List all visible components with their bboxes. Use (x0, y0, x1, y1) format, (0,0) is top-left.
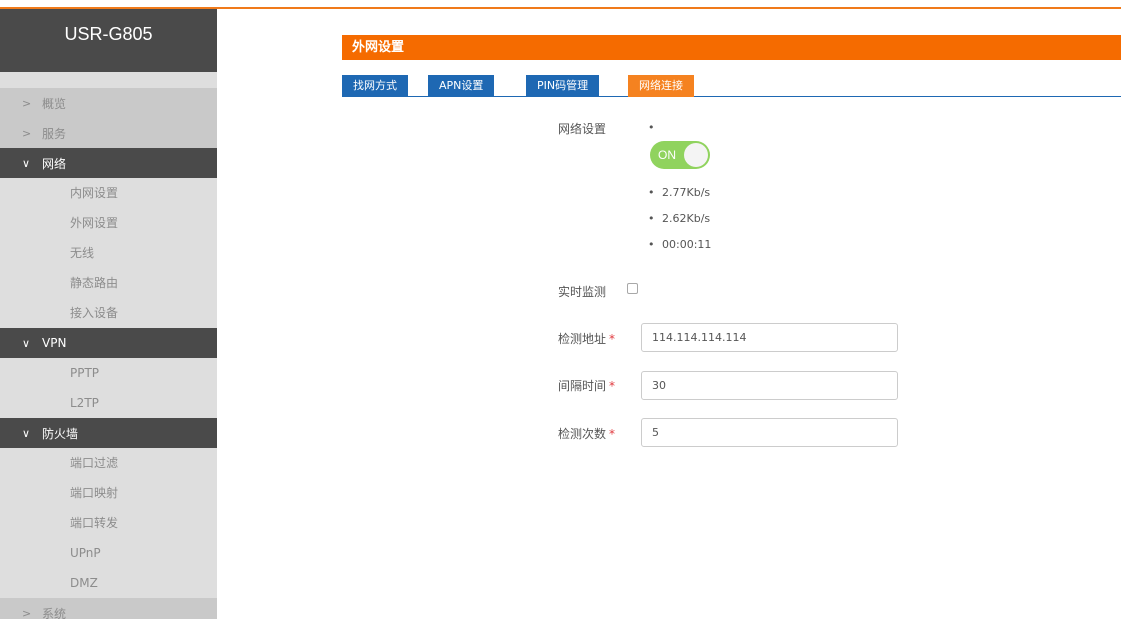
sidebar-group-network[interactable]: ∨ 网络 (0, 148, 217, 178)
sidebar-group-label: 概览 (42, 96, 67, 111)
toggle-knob (684, 143, 708, 167)
sidebar-item-devices[interactable]: 接入设备 (0, 298, 217, 328)
top-accent-bar (0, 0, 1121, 9)
sidebar-group-system[interactable]: > 系统 (0, 598, 217, 619)
tab-apn-settings[interactable]: APN设置 (428, 75, 495, 97)
tab-bar: 找网方式 APN设置 PIN码管理 网络连接 (342, 75, 1121, 97)
required-mark: * (609, 427, 616, 441)
sidebar: USR-G805 > 概览 > 服务 ∨ 网络 内网设置 外网设置 无线 静态路… (0, 9, 217, 619)
field-label: 检测地址 (558, 332, 607, 346)
sidebar-item-dmz[interactable]: DMZ (0, 568, 217, 598)
stat-download-rate: • 2.62Kb/s (648, 212, 711, 225)
detect-address-label: 检测地址 * (558, 330, 615, 347)
stat-upload-rate: • 2.77Kb/s (648, 186, 711, 199)
sidebar-item-port-forward[interactable]: 端口转发 (0, 508, 217, 538)
sidebar-item-static-route[interactable]: 静态路由 (0, 268, 217, 298)
toggle-text: ON (658, 148, 676, 162)
realtime-monitor-label: 实时监测 (558, 285, 607, 299)
stat-online-time: • 00:00:11 (648, 238, 712, 251)
section-title: 外网设置 (342, 35, 1121, 60)
tab-network-mode[interactable]: 找网方式 (342, 75, 408, 97)
detect-count-input[interactable]: 5 (641, 418, 898, 447)
chevron-right-icon: > (22, 126, 32, 140)
brand-logo: USR-G805 (0, 9, 217, 72)
sidebar-group-services[interactable]: > 服务 (0, 118, 217, 148)
sidebar-group-label: 服务 (42, 126, 67, 141)
tab-pin-management[interactable]: PIN码管理 (526, 75, 600, 97)
detect-count-label: 检测次数 * (558, 425, 615, 442)
sidebar-item-port-mapping[interactable]: 端口映射 (0, 478, 217, 508)
sidebar-group-overview[interactable]: > 概览 (0, 88, 217, 118)
realtime-monitor-checkbox[interactable] (627, 283, 638, 294)
required-mark: * (609, 379, 616, 393)
stat-value: 00:00:11 (662, 238, 712, 251)
stat-value: 2.62Kb/s (662, 212, 711, 225)
interval-input[interactable]: 30 (641, 371, 898, 400)
field-label: 检测次数 (558, 427, 607, 441)
sidebar-group-label: 网络 (42, 156, 67, 171)
stat-value: 2.77Kb/s (662, 186, 711, 199)
chevron-right-icon: > (22, 96, 32, 110)
network-setting-label: 网络设置 (558, 122, 607, 136)
sidebar-item-wireless[interactable]: 无线 (0, 238, 217, 268)
sidebar-group-vpn[interactable]: ∨ VPN (0, 328, 217, 358)
interval-label: 间隔时间 * (558, 377, 615, 394)
chevron-down-icon: ∨ (22, 426, 31, 440)
main-content: 外网设置 找网方式 APN设置 PIN码管理 网络连接 网络设置 • ON • 2… (217, 9, 1121, 619)
sidebar-item-pptp[interactable]: PPTP (0, 358, 217, 388)
sidebar-group-label: VPN (42, 336, 67, 350)
status-dot: • (648, 121, 655, 134)
chevron-down-icon: ∨ (22, 156, 31, 170)
chevron-down-icon: ∨ (22, 336, 31, 350)
sidebar-item-l2tp[interactable]: L2TP (0, 388, 217, 418)
sidebar-item-upnp[interactable]: UPnP (0, 538, 217, 568)
sidebar-item-port-filter[interactable]: 端口过滤 (0, 448, 217, 478)
detect-address-input[interactable]: 114.114.114.114 (641, 323, 898, 352)
sidebar-group-label: 防火墙 (42, 426, 79, 441)
required-mark: * (609, 332, 616, 346)
tab-network-connection[interactable]: 网络连接 (628, 75, 694, 97)
sidebar-group-firewall[interactable]: ∨ 防火墙 (0, 418, 217, 448)
field-label: 间隔时间 (558, 379, 607, 393)
sidebar-item-wan[interactable]: 外网设置 (0, 208, 217, 238)
sidebar-item-lan[interactable]: 内网设置 (0, 178, 217, 208)
chevron-right-icon: > (22, 606, 32, 619)
sidebar-group-label: 系统 (42, 606, 67, 619)
network-toggle[interactable]: ON (650, 141, 710, 169)
